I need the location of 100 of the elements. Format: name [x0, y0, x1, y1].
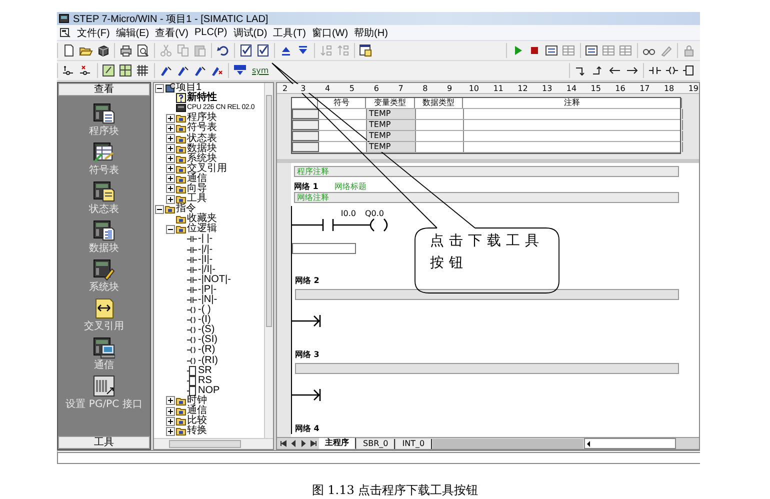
horizontal-scrollbar[interactable] [154, 438, 273, 449]
program-block-icon[interactable] [93, 102, 115, 125]
tree-item[interactable]: -(RI) [198, 356, 218, 366]
last-icon[interactable] [309, 439, 318, 448]
tree-item[interactable]: -(R) [198, 345, 216, 356]
contact-icon[interactable] [648, 64, 662, 77]
previous-icon[interactable] [289, 439, 298, 448]
tab[interactable]: 主程序 [319, 438, 356, 449]
insert-contact-icon[interactable] [62, 64, 76, 77]
tree-item[interactable]: 系统块 [187, 154, 217, 164]
tree-item[interactable]: -(S) [198, 325, 215, 336]
status-chart-icon[interactable] [93, 180, 115, 203]
communication-icon[interactable] [93, 336, 115, 359]
tree-item[interactable]: -( ) [198, 305, 211, 316]
tree-item[interactable]: 向导 [187, 184, 207, 194]
undo-icon[interactable] [216, 44, 230, 57]
menu-item[interactable]: 编辑(E) [116, 26, 150, 40]
tree-item[interactable]: -|/I|- [198, 264, 216, 275]
menu-item[interactable]: 文件(F) [77, 26, 110, 40]
check-document-icon[interactable] [239, 44, 253, 57]
expand-icon[interactable] [166, 174, 175, 184]
empty-box[interactable] [292, 243, 356, 254]
data-block-icon[interactable] [93, 219, 115, 242]
symbol-button[interactable]: sym [250, 66, 271, 75]
expand-icon[interactable] [166, 134, 175, 144]
pen-tool-icon[interactable] [193, 64, 207, 77]
table-status-icon[interactable] [619, 44, 633, 57]
document-icon[interactable] [60, 28, 71, 38]
network-title[interactable]: 网络标题 [334, 180, 366, 192]
menu-item[interactable]: 工具(T) [273, 26, 306, 40]
tree-item[interactable]: -|/|- [198, 244, 213, 255]
expand-icon[interactable] [166, 144, 175, 154]
expand-icon[interactable] [166, 396, 175, 406]
navigation-bar-title[interactable]: 查看 [58, 83, 150, 96]
tree-item[interactable]: -| |- [198, 234, 213, 244]
tree-item[interactable]: 通信 [187, 174, 207, 184]
tree-item[interactable]: 状态表 [187, 134, 217, 144]
tab[interactable]: SBR_0 [357, 438, 396, 448]
tree-item[interactable]: 位逻辑 [187, 224, 217, 234]
expand-icon[interactable] [166, 114, 175, 123]
address-label[interactable]: I0.0 [340, 209, 362, 218]
scroll-left-icon[interactable] [584, 440, 593, 448]
tree-item[interactable]: 比较 [187, 416, 207, 426]
rung-end-arrow[interactable] [292, 314, 322, 328]
contact-symbol[interactable] [292, 218, 362, 232]
tree-item[interactable]: -|N|- [198, 295, 218, 306]
tree-item[interactable]: 新特性 [187, 93, 217, 104]
interface-panel-icon[interactable] [93, 375, 115, 398]
tree-item[interactable]: -(SI) [198, 335, 218, 346]
menu-item[interactable]: 窗口(W) [312, 26, 348, 40]
coil-icon[interactable] [665, 64, 679, 77]
expand-icon[interactable] [166, 154, 175, 164]
collapse-icon[interactable] [155, 84, 164, 93]
menu-item[interactable]: 调试(D) [233, 26, 268, 40]
expand-icon[interactable] [166, 406, 175, 416]
cross-reference-icon[interactable] [93, 297, 115, 320]
check-document-icon[interactable] [256, 44, 270, 57]
grid-icon[interactable] [136, 64, 150, 77]
network-comment-bar[interactable] [295, 289, 679, 300]
expand-icon[interactable] [166, 184, 175, 194]
pen-delete-icon[interactable] [210, 64, 224, 77]
system-block-icon[interactable] [93, 258, 115, 281]
tree-item[interactable]: 转换 [187, 426, 207, 436]
first-icon[interactable] [279, 439, 288, 448]
tree-item[interactable]: 指令 [176, 204, 196, 214]
window-options-icon[interactable] [359, 44, 373, 57]
expand-icon[interactable] [166, 164, 175, 174]
tools-bar-title[interactable]: 工具 [58, 436, 150, 449]
cube-icon[interactable] [96, 44, 110, 57]
pen-tool-icon[interactable] [159, 64, 173, 77]
horizontal-scrollbar[interactable] [584, 438, 676, 449]
tree-item[interactable]: -|NOT|- [198, 274, 231, 285]
menu-item[interactable]: 帮助(H) [354, 26, 388, 40]
row-header-cell[interactable] [292, 142, 319, 152]
tree-item[interactable]: 工具 [187, 194, 207, 204]
row-header-cell[interactable] [292, 109, 319, 119]
tree-item[interactable]: 数据块 [187, 144, 217, 154]
tree-item[interactable]: 交叉引用 [187, 164, 227, 174]
vertical-scrollbar[interactable] [264, 83, 273, 439]
delete-contact-icon[interactable] [79, 64, 93, 77]
pen-tool-icon[interactable] [176, 64, 190, 77]
menu-item[interactable]: 查看(V) [155, 26, 188, 40]
tree-item[interactable]: RS [198, 376, 212, 386]
edit-note-icon[interactable] [102, 64, 116, 77]
tree-item[interactable]: -|I|- [198, 254, 213, 265]
collapse-icon[interactable] [155, 204, 164, 214]
tree-item[interactable]: 符号表 [187, 123, 217, 134]
expand-icon[interactable] [166, 426, 175, 436]
print-icon[interactable] [119, 44, 133, 57]
coil-symbol[interactable] [362, 218, 390, 232]
expand-icon[interactable] [166, 194, 175, 204]
collapse-icon[interactable] [166, 224, 175, 234]
symbol-table-icon[interactable] [93, 141, 115, 164]
tab[interactable]: INT_0 [396, 438, 432, 448]
next-icon[interactable] [299, 439, 308, 448]
expand-icon[interactable] [166, 124, 175, 133]
box-icon[interactable] [682, 64, 696, 77]
chart-status-icon[interactable] [545, 44, 559, 57]
rung-end-arrow[interactable] [292, 388, 322, 402]
download-block-icon[interactable] [233, 64, 247, 77]
